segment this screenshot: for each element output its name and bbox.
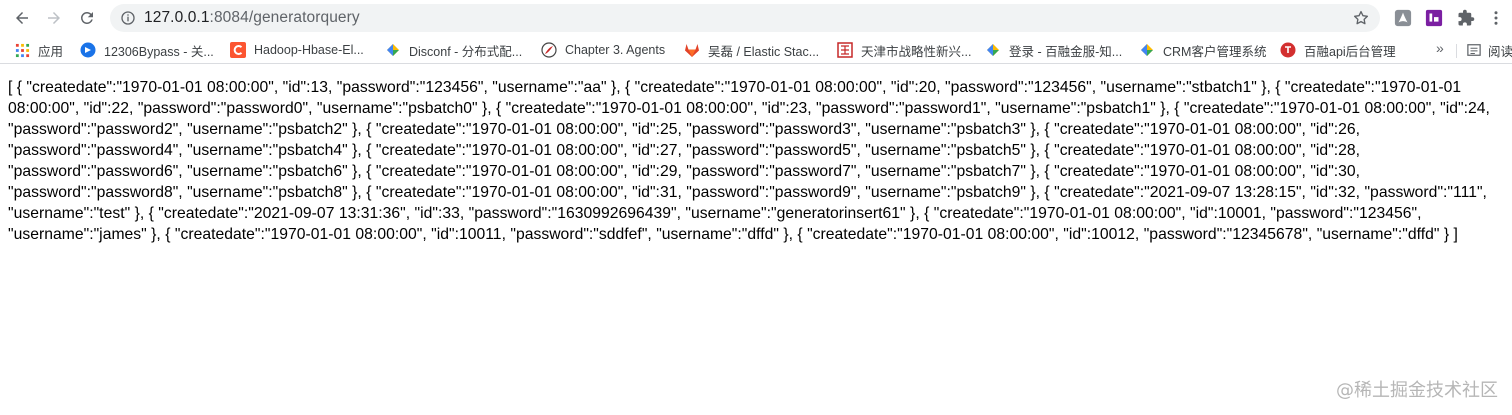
bookmark-elastic-stack[interactable]: 吴磊 / Elastic Stac...	[684, 40, 819, 60]
bookmark-crm[interactable]: CRM客户管理系统	[1139, 40, 1266, 60]
bookmark-apps[interactable]: 应用	[14, 40, 63, 60]
browser-toolbar: 127.0.0.1:8084/generatorquery	[0, 0, 1512, 36]
reload-button[interactable]	[71, 2, 103, 34]
bookmarks-bar: 应用 12306Bypass - 关... Hadoop-Hbase-El...…	[0, 36, 1512, 64]
kebab-menu-icon[interactable]	[1486, 8, 1506, 28]
gitlab-fox-icon	[684, 42, 700, 58]
url-host: 127.0.0.1	[144, 9, 210, 26]
json-viewer-extension-icon[interactable]	[1424, 8, 1444, 28]
diamond-icon	[385, 42, 401, 58]
feather-icon	[541, 42, 557, 58]
apps-grid-icon	[14, 42, 30, 58]
acrobat-extension-icon[interactable]	[1393, 8, 1413, 28]
bookmark-label: 天津市战略性新兴...	[861, 44, 972, 59]
back-button[interactable]	[6, 2, 38, 34]
seal-icon	[837, 42, 853, 58]
arrow-right-icon	[48, 12, 60, 24]
diamond-icon	[1139, 42, 1155, 58]
bookmark-label: 12306Bypass - 关...	[104, 44, 214, 59]
bookmark-label: Hadoop-Hbase-El...	[254, 43, 364, 57]
bookmark-bairong-api[interactable]: 百融api后台管理	[1280, 40, 1396, 60]
bookmarks-overflow-chevron[interactable]: »	[1436, 40, 1444, 56]
bookmark-label: 应用	[38, 44, 64, 59]
forward-button[interactable]	[38, 2, 70, 34]
bookmarks-divider	[1456, 44, 1457, 58]
bookmark-label: 百融api后台管理	[1304, 44, 1396, 59]
arrow-left-icon	[16, 12, 28, 24]
bookmark-label: CRM客户管理系统	[1163, 44, 1267, 59]
bookmark-label: 登录 - 百融金服-知...	[1009, 44, 1123, 59]
bookmark-hadoop-hbase[interactable]: Hadoop-Hbase-El...	[230, 40, 364, 60]
reading-list-icon	[1466, 42, 1482, 58]
bookmark-label: Disconf - 分布式配...	[409, 44, 523, 59]
url-path: :8084/generatorquery	[209, 9, 360, 26]
reading-list-button[interactable]: 阅读	[1466, 40, 1512, 60]
globe-blue-icon	[80, 42, 96, 58]
bookmark-disconf[interactable]: Disconf - 分布式配...	[385, 40, 522, 60]
address-bar[interactable]: 127.0.0.1:8084/generatorquery	[110, 4, 1380, 32]
puzzle-extensions-icon[interactable]	[1456, 8, 1476, 28]
bookmark-label: 吴磊 / Elastic Stac...	[708, 44, 820, 59]
bookmark-label: Chapter 3. Agents	[565, 43, 666, 57]
csdn-c-icon	[230, 42, 246, 58]
json-response-text: [ { "createdate":"1970-01-01 08:00:00", …	[8, 79, 1490, 243]
bookmark-tianjin[interactable]: 天津市战略性新兴...	[837, 40, 971, 60]
bookmark-login-bairong[interactable]: 登录 - 百融金服-知...	[985, 40, 1122, 60]
info-icon	[121, 11, 135, 25]
reading-list-label: 阅读	[1488, 44, 1512, 59]
diamond-icon	[985, 42, 1001, 58]
red-circle-icon	[1280, 42, 1296, 58]
bookmark-12306bypass[interactable]: 12306Bypass - 关...	[80, 40, 214, 60]
url-text[interactable]: 127.0.0.1:8084/generatorquery	[144, 9, 360, 27]
star-icon[interactable]	[1352, 9, 1370, 27]
bookmark-chapter3[interactable]: Chapter 3. Agents	[541, 40, 665, 60]
watermark: @稀土掘金技术社区	[1336, 380, 1498, 401]
reload-icon	[80, 11, 93, 24]
